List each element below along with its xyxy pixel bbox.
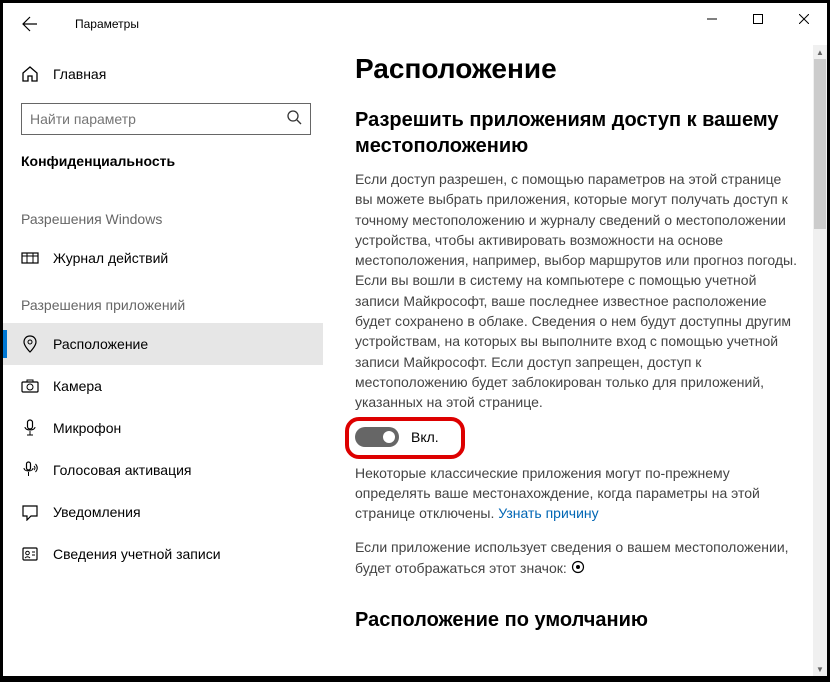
voice-activation-icon [21,461,53,479]
vertical-scrollbar[interactable]: ▲ ▼ [813,45,827,676]
nav-voice-activation[interactable]: Голосовая активация [3,449,323,491]
activity-history-icon [21,249,53,267]
home-icon [21,65,53,83]
icon-note-suffix: будет отображаться этот значок: [355,560,571,576]
page-heading: Расположение [355,53,797,85]
window-title: Параметры [75,17,139,31]
next-section-heading: Расположение по умолчанию [355,607,797,633]
section-windows-permissions: Разрешения Windows [21,211,323,227]
maximize-button[interactable] [735,3,781,35]
nav-activity-history[interactable]: Журнал действий [3,237,323,279]
camera-icon [21,377,53,395]
category-title: Конфиденциальность [21,153,323,169]
nav-label: Журнал действий [53,250,168,266]
section-description: Если доступ разрешен, с помощью параметр… [355,169,797,413]
icon-note-prefix: Если приложение использует сведения о ва… [355,539,789,555]
nav-microphone[interactable]: Микрофон [3,407,323,449]
back-arrow-icon [22,16,38,32]
location-icon-note: Если приложение использует сведения о ва… [355,537,797,579]
scrollbar-down-arrow-icon[interactable]: ▼ [813,662,827,676]
close-button[interactable] [781,3,827,35]
location-toggle[interactable] [355,427,399,447]
home-label: Главная [53,66,106,82]
nav-label: Сведения учетной записи [53,546,221,562]
nav-label: Расположение [53,336,148,352]
toggle-state-label: Вкл. [411,429,439,445]
search-icon [287,110,302,128]
learn-why-link[interactable]: Узнать причину [498,505,598,521]
scrollbar-up-arrow-icon[interactable]: ▲ [813,45,827,59]
scrollbar-thumb[interactable] [814,59,826,229]
settings-window: Параметры Главная [3,3,827,676]
main-content: Расположение Разрешить приложениям досту… [323,45,827,676]
microphone-icon [21,419,53,437]
search-box[interactable] [21,103,311,135]
account-info-icon [21,545,53,563]
back-button[interactable] [13,7,47,41]
nav-label: Уведомления [53,504,141,520]
section-app-permissions: Разрешения приложений [21,297,323,313]
nav-location[interactable]: Расположение [3,323,323,365]
nav-label: Голосовая активация [53,462,192,478]
minimize-icon [707,14,717,24]
search-input[interactable] [30,111,287,127]
legacy-apps-note: Некоторые классические приложения могут … [355,463,797,524]
nav-label: Микрофон [53,420,121,436]
home-link[interactable]: Главная [21,55,323,93]
nav-label: Камера [53,378,102,394]
close-icon [799,14,809,24]
location-toggle-row: Вкл. [355,427,797,447]
nav-notifications[interactable]: Уведомления [3,491,323,533]
minimize-button[interactable] [689,3,735,35]
location-icon [21,335,53,353]
window-controls [689,3,827,35]
nav-camera[interactable]: Камера [3,365,323,407]
location-indicator-icon [571,559,585,579]
sidebar: Главная Конфиденциальность Разрешения Wi… [3,45,323,676]
nav-account-info[interactable]: Сведения учетной записи [3,533,323,575]
maximize-icon [753,14,763,24]
section-heading: Разрешить приложениям доступ к вашему ме… [355,107,797,159]
toggle-knob [383,431,395,443]
notifications-icon [21,503,53,521]
